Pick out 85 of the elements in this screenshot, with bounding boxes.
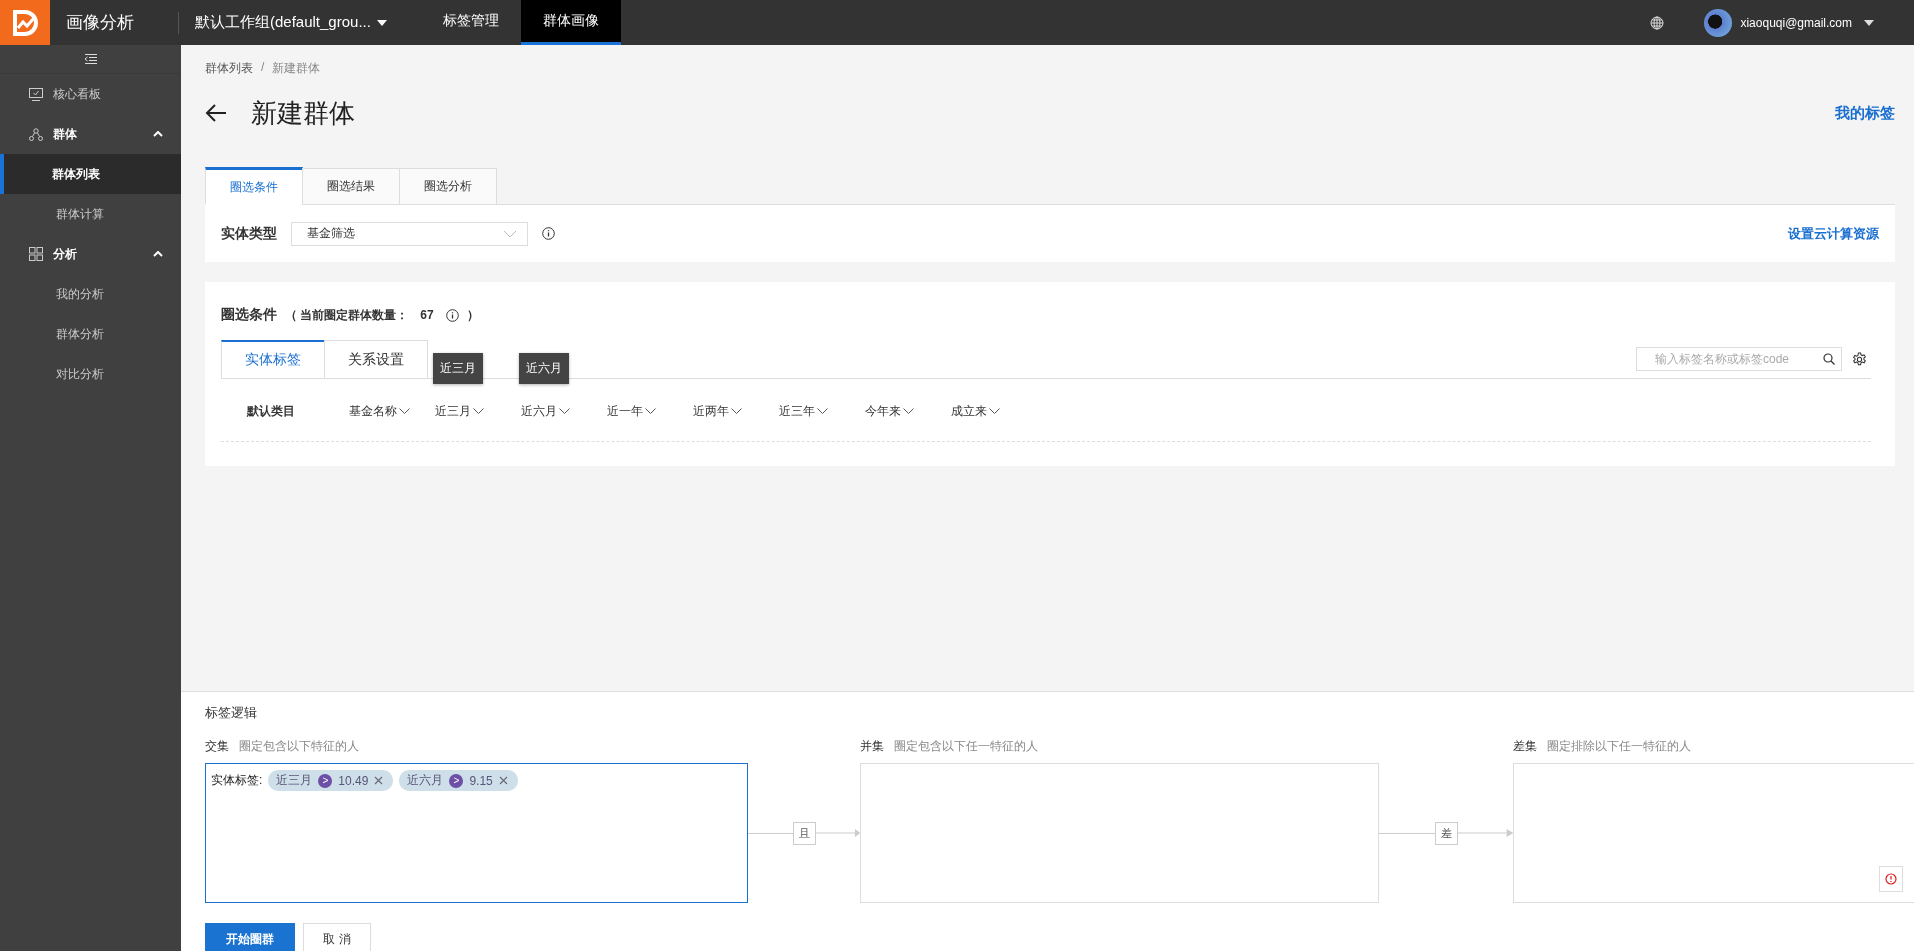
breadcrumb-separator: / — [261, 60, 265, 76]
column-filter[interactable]: 近一年 — [607, 402, 656, 420]
sidebar-subitem[interactable]: 群体分析 — [0, 314, 181, 354]
tag-chip[interactable]: 近三月 > 10.49 — [268, 770, 394, 791]
tag-chip[interactable]: 近六月 > 9.15 — [399, 770, 518, 791]
nav-tab[interactable]: 群体画像 — [520, 0, 621, 45]
tab[interactable]: 圈选分析 — [399, 168, 497, 205]
logo-icon — [0, 0, 50, 45]
sidebar-subitem[interactable]: 我的分析 — [0, 274, 181, 314]
arrow — [1457, 829, 1513, 837]
chevron-icon — [903, 407, 914, 415]
tooltip: 近六月 — [519, 352, 569, 384]
column-filter[interactable]: 近三月 — [435, 402, 484, 420]
set-label: 差集 — [1513, 738, 1537, 755]
chevron-icon — [503, 229, 517, 238]
set-hint: 圈定包含以下任一特征的人 — [894, 738, 1038, 755]
sidebar-item[interactable]: 核心看板 — [0, 74, 181, 114]
group-icon — [29, 127, 43, 141]
column-filter[interactable]: 近两年 — [693, 402, 742, 420]
group-count: 67 — [420, 308, 434, 322]
column-filter[interactable]: 成立来 — [951, 402, 1000, 420]
chevron-icon — [817, 407, 828, 415]
arrow — [815, 829, 860, 837]
field-label: 实体类型 — [221, 224, 277, 243]
group-label: 实体标签: — [211, 772, 263, 789]
tab[interactable]: 圈选条件 — [205, 167, 303, 205]
entity-type-select[interactable]: 基金筛选 — [291, 221, 528, 246]
operator-label: 且 — [792, 821, 816, 845]
info-icon[interactable] — [445, 308, 459, 322]
chevron-icon — [473, 407, 484, 415]
info-icon[interactable] — [542, 227, 555, 240]
collapse-icon[interactable] — [84, 54, 97, 64]
section-title: 标签逻辑 — [205, 704, 258, 722]
user-email[interactable]: xiaoquqi@gmail.com — [1740, 15, 1852, 30]
category-label: 默认类目 — [247, 403, 295, 418]
caret-icon — [376, 19, 387, 26]
cloud-resource-link[interactable]: 设置云计算资源 — [1788, 224, 1879, 243]
start-button[interactable]: 开始圈群 — [205, 923, 295, 951]
caret-icon[interactable] — [1864, 19, 1874, 26]
sidebar-item[interactable]: 分析 — [0, 234, 181, 274]
tooltip: 近三月 — [433, 352, 483, 384]
cancel-button[interactable]: 取 消 — [303, 923, 371, 951]
page-title: 新建群体 — [251, 96, 355, 130]
breadcrumb-link[interactable]: 群体列表 — [205, 60, 253, 77]
count-label: （ 当前圈定群体数量： — [285, 306, 409, 324]
tab[interactable]: 关系设置 — [324, 340, 428, 378]
set-label: 交集 — [205, 738, 229, 755]
back-arrow-icon[interactable] — [205, 104, 227, 122]
sidebar-subitem[interactable]: 对比分析 — [0, 354, 181, 394]
count-label: ） — [466, 306, 479, 324]
set-hint: 圈定排除以下任一特征的人 — [1547, 738, 1691, 755]
tab[interactable]: 圈选结果 — [302, 168, 400, 205]
app-name: 画像分析 — [66, 12, 135, 34]
column-filter[interactable]: 今年来 — [865, 402, 914, 420]
workspace-dropdown[interactable]: 默认工作组(default_grou... — [195, 13, 387, 32]
user-avatar[interactable] — [1704, 8, 1733, 37]
section-title: 圈选条件 — [221, 306, 277, 324]
my-tags-link[interactable]: 我的标签 — [1835, 103, 1895, 123]
globe-icon[interactable] — [1650, 15, 1665, 30]
search-icon — [1823, 353, 1835, 365]
set-hint: 圈定包含以下特征的人 — [239, 738, 359, 755]
warning-icon — [1885, 873, 1897, 885]
sidebar-subitem[interactable]: 群体计算 — [0, 194, 181, 234]
warning-button[interactable] — [1879, 866, 1903, 892]
nav-tab[interactable]: 标签管理 — [420, 0, 521, 45]
chevron-icon — [559, 407, 570, 415]
chevron-icon — [731, 407, 742, 415]
column-filter[interactable]: 近三年 — [779, 402, 828, 420]
close-icon[interactable] — [374, 776, 384, 785]
chevron-icon — [399, 407, 410, 415]
drop-area[interactable]: 实体标签: 近三月 > 10.49 近六月 > 9.15 — [205, 763, 748, 903]
sidebar-item[interactable]: 群体 — [0, 114, 181, 154]
settings-icon[interactable] — [1852, 351, 1867, 367]
sidebar-subitem[interactable]: 群体列表 — [0, 154, 181, 194]
grid-icon — [29, 247, 43, 261]
search-field[interactable]: 输入标签名称或标签code — [1636, 347, 1842, 371]
operator-label: 差 — [1434, 821, 1458, 845]
column-filter[interactable]: 基金名称 — [349, 402, 410, 420]
close-icon[interactable] — [498, 776, 508, 785]
chevron-icon — [645, 407, 656, 415]
monitor-icon — [29, 87, 43, 101]
tab[interactable]: 实体标签 — [221, 340, 325, 378]
column-filter[interactable]: 近六月 — [521, 402, 570, 420]
set-label: 并集 — [860, 738, 884, 755]
chevron-icon — [989, 407, 1000, 415]
